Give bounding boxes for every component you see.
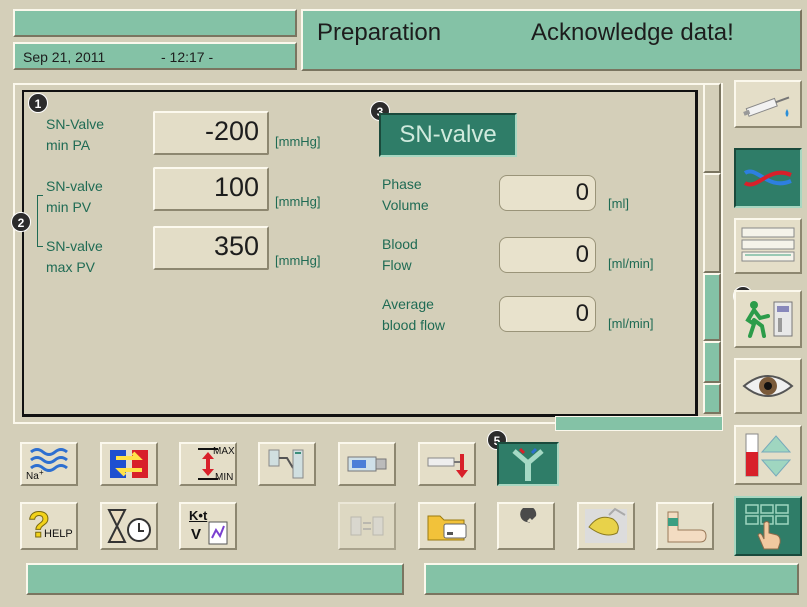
keypad-icon xyxy=(745,504,789,550)
eye-icon xyxy=(742,375,794,397)
side-button-syringe[interactable] xyxy=(734,80,802,128)
param-label-line2: min PA xyxy=(46,137,91,153)
na-sup-label: + xyxy=(39,468,44,477)
pump-button[interactable] xyxy=(338,442,396,486)
header-message: Acknowledge data! xyxy=(531,19,734,46)
syringe-icon xyxy=(743,96,790,117)
panel-bottom-strip xyxy=(555,416,723,431)
phase-volume-label: Phase Volume xyxy=(382,174,429,216)
min-pv-value-button[interactable]: 100 xyxy=(153,167,269,211)
param-label-min-pv: SN-valve min PV xyxy=(46,176,103,218)
main-panel-inner xyxy=(22,90,698,417)
syringe-down-button[interactable] xyxy=(418,442,476,486)
side-button-patient-connect[interactable] xyxy=(734,290,802,348)
max-pv-value-button[interactable]: 350 xyxy=(153,226,269,270)
scroll-seg-1[interactable] xyxy=(703,83,721,173)
wrench-icon xyxy=(513,508,537,539)
bag-transfer-button-disabled[interactable] xyxy=(338,502,396,550)
bag-connect-icon xyxy=(268,449,304,479)
side-button-keypad[interactable] xyxy=(734,496,802,556)
max-label: MAX xyxy=(213,446,235,457)
hourglass-clock-icon xyxy=(107,509,151,543)
side-button-bloodline-active[interactable] xyxy=(734,148,802,208)
side-button-level[interactable] xyxy=(734,425,802,485)
help-label: HELP xyxy=(44,528,73,540)
readout-label-line1: Blood xyxy=(382,236,418,252)
max-pv-unit: [mmHg] xyxy=(275,253,321,268)
disinfect-button[interactable] xyxy=(577,502,635,550)
average-blood-flow-label: Average blood flow xyxy=(382,294,445,336)
param-label-line2: min PV xyxy=(46,199,92,215)
bloodline-icon xyxy=(743,169,792,187)
help-button[interactable]: ? HELP xyxy=(20,502,78,550)
timer-button[interactable] xyxy=(100,502,158,550)
pump-icon xyxy=(347,456,387,472)
param-label-line2: max PV xyxy=(46,259,96,275)
status-field-top-left xyxy=(13,9,297,37)
min-label: MIN xyxy=(215,472,234,483)
folder-button[interactable] xyxy=(418,502,476,550)
list-icon xyxy=(741,227,795,262)
arm-button[interactable] xyxy=(656,502,714,550)
header-banner: Preparation Acknowledge data! xyxy=(301,9,802,71)
clipboard-icon xyxy=(208,521,228,545)
scroll-seg-5[interactable] xyxy=(703,383,721,414)
bottom-status-left xyxy=(26,563,404,595)
arm-icon xyxy=(667,511,707,543)
bag-transfer-icon xyxy=(350,516,384,536)
min-pv-unit: [mmHg] xyxy=(275,194,321,209)
scroll-seg-4[interactable] xyxy=(703,341,721,383)
date-text: Sep 21, 2011 xyxy=(23,49,106,65)
patient-machine-icon xyxy=(745,301,793,338)
v-label: V xyxy=(191,526,202,543)
phase-volume-unit: [ml] xyxy=(608,196,629,211)
param-label-min-pa: SN-Valve min PA xyxy=(46,114,104,156)
service-button[interactable] xyxy=(497,502,555,550)
na-label: Na xyxy=(26,471,39,482)
y-connector-icon xyxy=(512,447,544,481)
mode-title: Preparation xyxy=(317,19,442,46)
main-panel xyxy=(13,83,723,424)
callout-badge-1: 1 xyxy=(28,93,48,113)
scroll-track[interactable] xyxy=(703,83,721,414)
param-label-line1: SN-valve xyxy=(46,178,103,194)
param-label-max-pv: SN-valve max PV xyxy=(46,236,103,278)
scroll-seg-3[interactable] xyxy=(703,273,721,341)
sn-valve-button[interactable]: SN-valve xyxy=(379,113,517,157)
folder-card-icon xyxy=(427,515,467,541)
scroll-seg-2[interactable] xyxy=(703,173,721,273)
bag-connect-button[interactable] xyxy=(258,442,316,486)
blood-flow-label: Blood Flow xyxy=(382,234,418,276)
exchange-icon xyxy=(110,450,148,478)
sn-valve-tool-button-active[interactable] xyxy=(497,442,559,486)
bracket-line xyxy=(37,195,43,247)
phase-volume-value: 0 xyxy=(499,175,596,211)
side-button-view[interactable] xyxy=(734,358,802,414)
readout-label-line2: Volume xyxy=(382,197,429,213)
level-icon xyxy=(745,433,792,477)
syringe-down-icon xyxy=(427,454,468,478)
time-text: - 12:17 - xyxy=(161,49,214,65)
average-blood-flow-value: 0 xyxy=(499,296,596,332)
readout-label-line2: blood flow xyxy=(382,317,446,333)
average-blood-flow-unit: [ml/min] xyxy=(608,316,654,331)
readout-label-line1: Average xyxy=(382,296,434,312)
datetime-field: Sep 21, 2011 - 12:17 - xyxy=(13,42,297,70)
side-button-list[interactable] xyxy=(734,218,802,274)
sodium-button[interactable]: Na + xyxy=(20,442,78,486)
bottom-status-right xyxy=(424,563,799,595)
min-pa-unit: [mmHg] xyxy=(275,134,321,149)
param-label-line1: SN-Valve xyxy=(46,116,105,132)
min-pa-value-button[interactable]: -200 xyxy=(153,111,269,155)
param-label-line1: SN-valve xyxy=(46,238,103,254)
readout-label-line1: Phase xyxy=(382,176,422,192)
ktv-button[interactable]: K•t V xyxy=(179,502,237,550)
cleaning-cloth-icon xyxy=(585,507,627,543)
blood-flow-value: 0 xyxy=(499,237,596,273)
exchange-button[interactable] xyxy=(100,442,158,486)
max-min-button[interactable]: MAX MIN xyxy=(179,442,237,486)
callout-badge-2: 2 xyxy=(11,212,31,232)
blood-flow-unit: [ml/min] xyxy=(608,256,654,271)
readout-label-line2: Flow xyxy=(382,257,412,273)
